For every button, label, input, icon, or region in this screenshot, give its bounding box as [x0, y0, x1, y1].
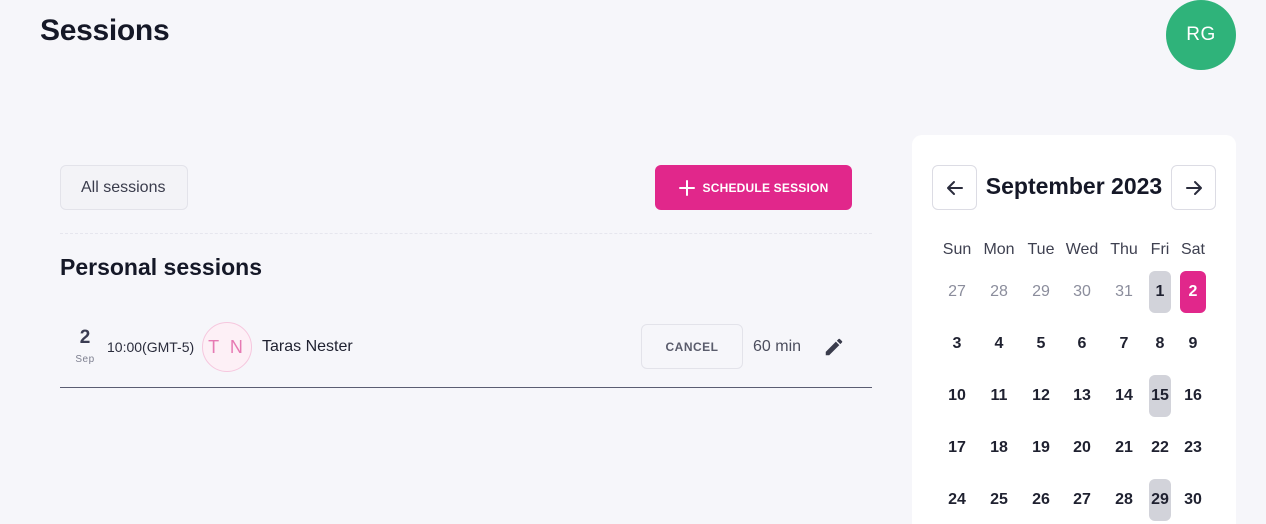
calendar-day[interactable]: 9: [1173, 323, 1213, 365]
calendar-day-label: 23: [1184, 439, 1202, 456]
weekday-label: Mon: [983, 241, 1015, 258]
weekday-label: Tue: [1027, 241, 1055, 258]
calendar-day[interactable]: 13: [1062, 375, 1102, 417]
calendar-day-label: 1: [1149, 271, 1171, 313]
schedule-session-label: SCHEDULE SESSION: [702, 180, 829, 195]
calendar-day-label: 24: [948, 491, 966, 508]
calendar-month-title: September 2023: [985, 173, 1163, 199]
cancel-session-button[interactable]: CANCEL: [641, 324, 743, 369]
calendar-day-label: 14: [1115, 387, 1133, 404]
calendar-day[interactable]: 28: [1104, 479, 1144, 521]
calendar-day[interactable]: 21: [1104, 427, 1144, 469]
calendar-day[interactable]: 16: [1173, 375, 1213, 417]
calendar-day[interactable]: 12: [1021, 375, 1061, 417]
calendar-day-label: 15: [1149, 375, 1171, 417]
calendar-day[interactable]: 6: [1062, 323, 1102, 365]
user-avatar[interactable]: RG: [1166, 0, 1236, 70]
arrow-right-icon: [1185, 180, 1202, 195]
session-date-day: 2: [79, 327, 91, 348]
calendar-day[interactable]: 30: [1062, 271, 1102, 313]
calendar-day-label: 26: [1032, 491, 1050, 508]
calendar-day[interactable]: 28: [979, 271, 1019, 313]
calendar-day-label: 31: [1115, 283, 1133, 300]
arrow-left-icon: [946, 180, 963, 195]
session-time: 10:00(GMT-5): [107, 339, 195, 355]
next-month-button[interactable]: [1171, 165, 1216, 210]
calendar-day-label: 16: [1184, 387, 1202, 404]
calendar-day-selected[interactable]: 2: [1173, 271, 1213, 313]
calendar-day[interactable]: 5: [1021, 323, 1061, 365]
calendar-day[interactable]: 25: [979, 479, 1019, 521]
section-title: Personal sessions: [60, 254, 262, 280]
calendar-day-label: 8: [1155, 335, 1165, 352]
calendar-day-label: 27: [948, 283, 966, 300]
previous-month-button[interactable]: [932, 165, 977, 210]
calendar-day-label: 13: [1073, 387, 1091, 404]
calendar-day-label: 27: [1073, 491, 1091, 508]
calendar-day-label: 6: [1077, 335, 1087, 352]
calendar-day-label: 20: [1073, 439, 1091, 456]
calendar-day[interactable]: 23: [1173, 427, 1213, 469]
calendar-day[interactable]: 19: [1021, 427, 1061, 469]
calendar-day-label: 22: [1151, 439, 1169, 456]
calendar-day[interactable]: 4: [979, 323, 1019, 365]
weekday-label: Thu: [1110, 241, 1138, 258]
calendar-day[interactable]: 26: [1021, 479, 1061, 521]
session-duration: 60 min: [753, 338, 802, 355]
calendar-day[interactable]: 11: [979, 375, 1019, 417]
calendar-day[interactable]: 18: [979, 427, 1019, 469]
session-row: 2 Sep 10:00(GMT-5) T N Taras Nester CANC…: [60, 313, 872, 388]
calendar-day[interactable]: 17: [937, 427, 977, 469]
session-filter-dropdown[interactable]: All sessions: [60, 165, 188, 210]
session-filter-label: All sessions: [81, 178, 166, 196]
calendar-day[interactable]: 7: [1104, 323, 1144, 365]
calendar-day[interactable]: 24: [937, 479, 977, 521]
calendar-day-label: 30: [1184, 491, 1202, 508]
calendar-day[interactable]: 31: [1104, 271, 1144, 313]
calendar-day-label: 19: [1032, 439, 1050, 456]
calendar-day-label: 30: [1073, 283, 1091, 300]
weekday-label: Sun: [942, 241, 972, 258]
calendar-day-label: 12: [1032, 387, 1050, 404]
calendar: September 2023 Sun Mon Tue Wed Thu Fri Sat 27 28…: [912, 135, 1236, 524]
calendar-day-label: 10: [948, 387, 966, 404]
participant-avatar: T N: [202, 322, 252, 372]
calendar-day-label: 21: [1115, 439, 1133, 456]
participant-name: Taras Nester: [262, 338, 353, 355]
page-title: Sessions: [40, 14, 170, 47]
calendar-day[interactable]: 30: [1173, 479, 1213, 521]
weekday-label: Wed: [1065, 241, 1099, 258]
schedule-session-button[interactable]: SCHEDULE SESSION: [655, 165, 852, 210]
pencil-icon[interactable]: [823, 336, 845, 358]
calendar-day[interactable]: 27: [937, 271, 977, 313]
calendar-day-label: 29: [1032, 283, 1050, 300]
calendar-day-label: 28: [1115, 491, 1133, 508]
calendar-day-label: 4: [994, 335, 1004, 352]
divider: [60, 233, 872, 234]
calendar-day[interactable]: 27: [1062, 479, 1102, 521]
calendar-day-label: 5: [1036, 335, 1046, 352]
calendar-day[interactable]: 29: [1021, 271, 1061, 313]
calendar-day[interactable]: 3: [937, 323, 977, 365]
calendar-day-label: 28: [990, 283, 1008, 300]
calendar-day-label: 29: [1149, 479, 1171, 521]
calendar-day-label: 3: [952, 335, 962, 352]
calendar-day-label: 18: [990, 439, 1008, 456]
calendar-day-label: 2: [1180, 271, 1206, 313]
plus-icon: [678, 179, 695, 196]
calendar-day-label: 9: [1188, 335, 1198, 352]
calendar-day[interactable]: 20: [1062, 427, 1102, 469]
calendar-day-label: 25: [990, 491, 1008, 508]
session-date-month: Sep: [75, 354, 95, 365]
weekday-label: Sat: [1180, 241, 1205, 258]
calendar-day-label: 17: [948, 439, 966, 456]
calendar-day-label: 11: [990, 387, 1008, 404]
calendar-day[interactable]: 14: [1104, 375, 1144, 417]
calendar-day-label: 7: [1119, 335, 1129, 352]
calendar-day[interactable]: 10: [937, 375, 977, 417]
